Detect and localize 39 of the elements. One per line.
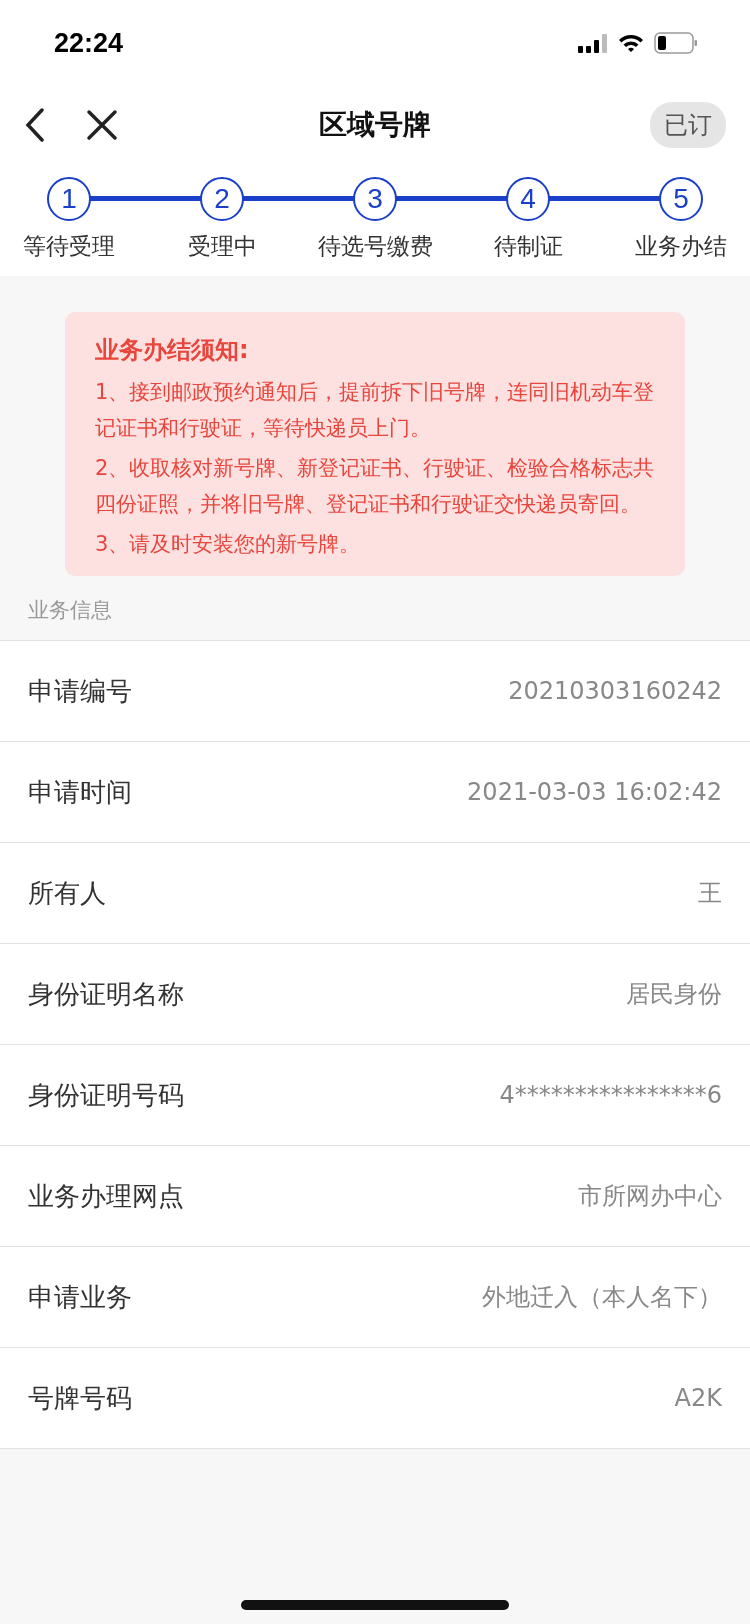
subscribed-button[interactable]: 已订 [650,102,726,148]
step-label: 待选号缴费 [317,232,433,261]
section-title: 业务信息 [28,598,112,622]
signal-icon [578,32,608,54]
field-value: 市所网办中心 [578,1181,722,1212]
notice-text: 2、收取核对新号牌、新登记证书、行驶证、检验合格标志共四份证照，并将旧号牌、登记证书和行驶证交快递员寄回。 [95,455,655,518]
field-value: A2K [674,1384,722,1412]
notice-text: 3、请及时安装您的新号牌。 [95,531,362,558]
field-label: 申请业务 [28,1280,132,1314]
close-icon[interactable] [86,109,118,141]
field-label: 号牌号码 [28,1381,132,1415]
field-value: 王 [698,878,722,909]
step-label: 受理中 [187,232,257,261]
field-value: 20210303160242 [508,677,722,705]
field-label: 身份证明名称 [28,977,184,1011]
field-label: 申请时间 [28,775,132,809]
page-title: 区域号牌 [319,108,431,141]
step-number: 5 [659,177,703,221]
notice-text: 1、接到邮政预约通知后，提前拆下旧号牌，连同旧机动车登记证书和行驶证，等待快递员上门。 [95,379,655,442]
field-value: 2021-03-03 16:02:42 [467,778,722,806]
battery-icon [654,32,698,54]
step-label: 等待受理 [23,232,115,261]
step-label: 待制证 [493,232,563,261]
status-time: 22:24 [54,27,124,59]
wifi-icon [618,33,644,53]
field-label: 业务办理网点 [28,1179,184,1213]
field-label: 所有人 [28,876,106,910]
notice-title: 业务办结须知: [95,335,250,366]
step-number: 4 [506,177,550,221]
field-value: 居民身份 [626,979,722,1010]
back-icon[interactable] [24,108,46,142]
field-label: 身份证明号码 [28,1078,184,1112]
field-value: 外地迁入（本人名下） [482,1282,722,1313]
field-value: 4****************6 [499,1081,722,1109]
step-label: 业务办结 [635,232,727,261]
field-label: 申请编号 [28,674,132,708]
step-number: 2 [200,177,244,221]
step-number: 3 [353,177,397,221]
step-number: 1 [47,177,91,221]
